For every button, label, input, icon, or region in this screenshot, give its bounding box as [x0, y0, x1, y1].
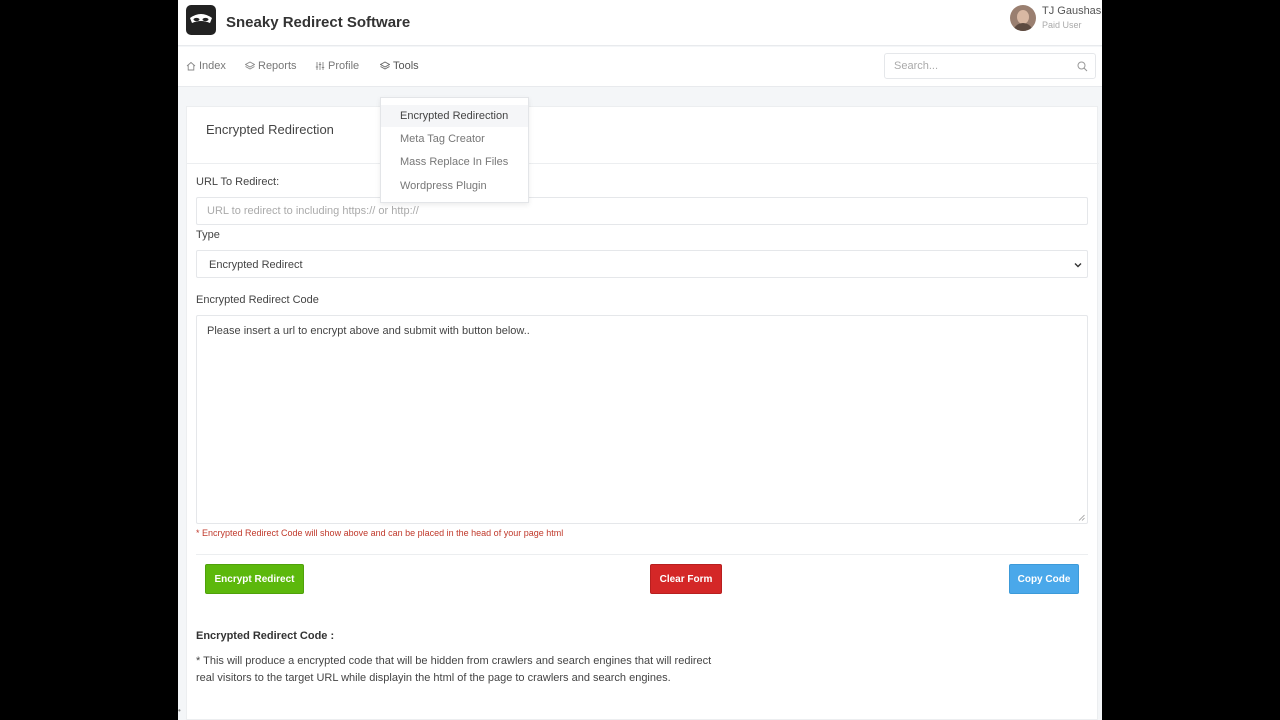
type-select-value: Encrypted Redirect: [209, 259, 303, 271]
divider: [187, 163, 1099, 164]
corner-glyph-icon: •: [178, 706, 181, 715]
chevron-down-icon: [1074, 263, 1082, 268]
user-menu[interactable]: TJ Gaushas Paid User: [1010, 3, 1102, 33]
url-label: URL To Redirect:: [196, 176, 280, 188]
logo-mask-icon[interactable]: [186, 5, 216, 35]
layers-icon: [245, 61, 255, 70]
info-title: Encrypted Redirect Code :: [196, 630, 335, 642]
type-select[interactable]: Encrypted Redirect: [196, 250, 1088, 278]
search-input[interactable]: [894, 60, 1074, 72]
top-header: Sneaky Redirect Software TJ Gaushas Paid…: [178, 0, 1102, 46]
avatar[interactable]: [1010, 5, 1036, 31]
resize-grip-icon[interactable]: [1078, 514, 1085, 521]
copy-code-button[interactable]: Copy Code: [1009, 564, 1079, 594]
code-textarea[interactable]: Please insert a url to encrypt above and…: [196, 315, 1088, 524]
menu-item-meta-tag-creator[interactable]: Meta Tag Creator: [400, 133, 485, 145]
encrypt-redirect-button[interactable]: Encrypt Redirect: [205, 564, 304, 594]
nav-label: Reports: [258, 60, 297, 72]
code-textarea-text: Please insert a url to encrypt above and…: [207, 325, 530, 337]
brand-title: Sneaky Redirect Software: [226, 14, 411, 31]
menu-item-wordpress-plugin[interactable]: Wordpress Plugin: [400, 180, 487, 192]
home-icon: [186, 61, 196, 71]
code-label: Encrypted Redirect Code: [196, 294, 319, 306]
app-window: Sneaky Redirect Software TJ Gaushas Paid…: [178, 0, 1102, 720]
tools-dropdown-menu: Encrypted Redirection Meta Tag Creator M…: [380, 97, 529, 203]
nav-label: Index: [199, 60, 226, 72]
card-title: Encrypted Redirection: [206, 122, 334, 137]
sliders-icon: [315, 62, 325, 70]
code-note: * Encrypted Redirect Code will show abov…: [196, 528, 564, 538]
layers-icon: [380, 61, 390, 70]
clear-form-button[interactable]: Clear Form: [650, 564, 722, 594]
url-input[interactable]: [196, 197, 1088, 225]
search-box[interactable]: [884, 53, 1096, 79]
type-label: Type: [196, 229, 220, 241]
nav-item-tools[interactable]: Tools: [380, 60, 419, 72]
user-name: TJ Gaushas: [1042, 5, 1102, 17]
nav-item-index[interactable]: Index: [186, 60, 226, 72]
menu-item-encrypted-redirection[interactable]: Encrypted Redirection: [400, 110, 508, 122]
nav-label: Tools: [393, 60, 419, 72]
menu-item-mass-replace[interactable]: Mass Replace In Files: [400, 156, 508, 168]
nav-item-profile[interactable]: Profile: [315, 60, 359, 72]
main-nav: Index Reports Profile Tools: [178, 47, 1102, 87]
user-role: Paid User: [1042, 20, 1082, 30]
divider: [196, 554, 1088, 555]
info-text: * This will produce a encrypted code tha…: [196, 655, 712, 684]
nav-item-reports[interactable]: Reports: [245, 60, 297, 72]
search-icon[interactable]: [1077, 61, 1088, 72]
nav-label: Profile: [328, 60, 360, 72]
